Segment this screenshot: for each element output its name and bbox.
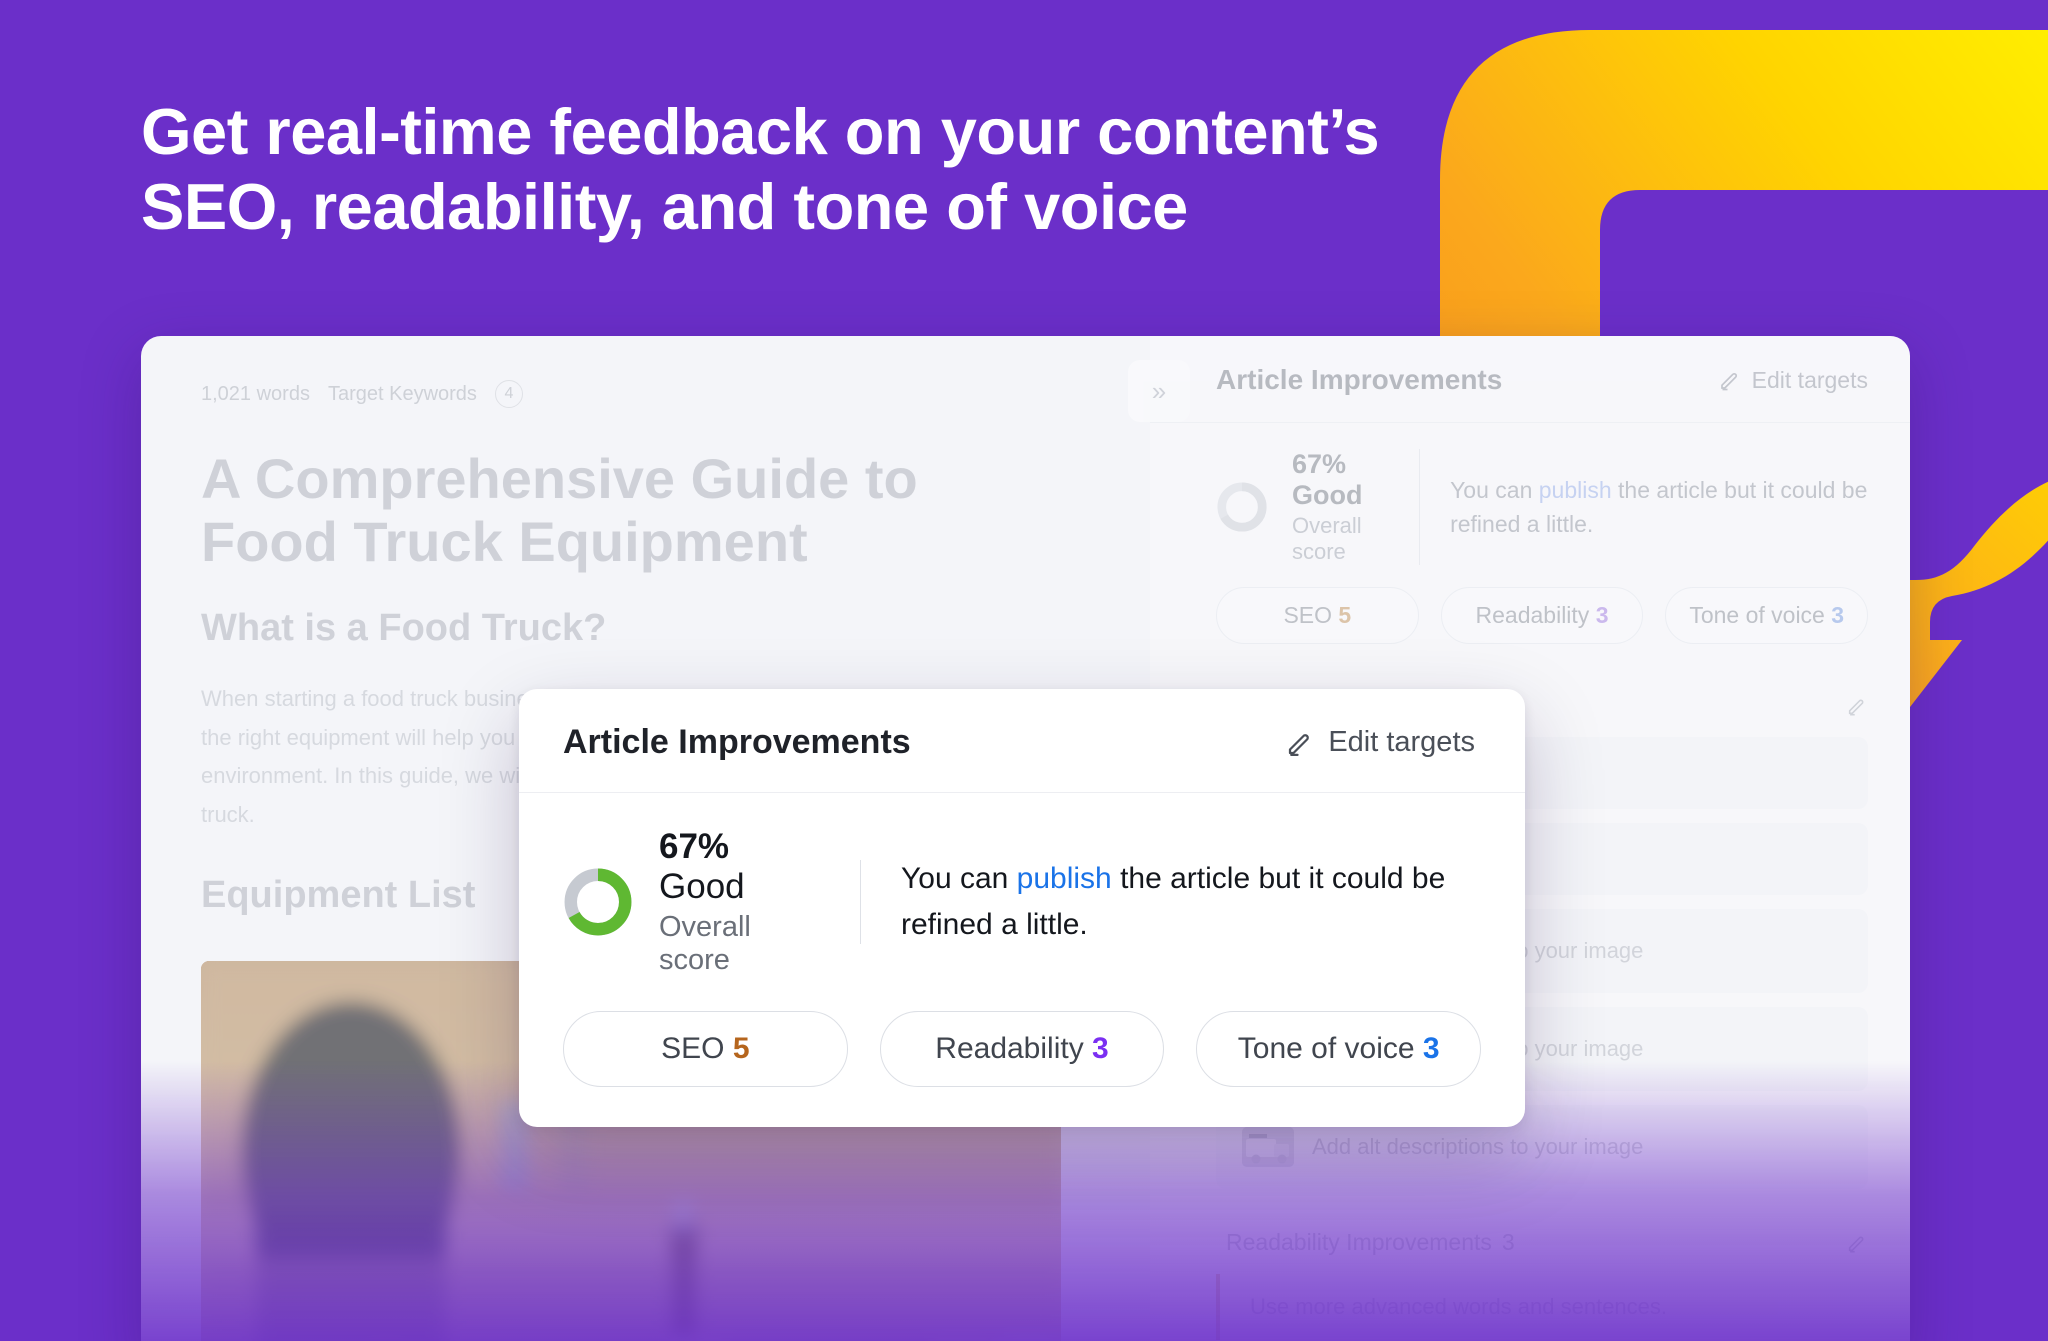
side-panel-score-row: 67% Good Overall score You can publish t… — [1216, 449, 1868, 565]
page-title: Get real-time feedback on your content’s… — [141, 95, 1681, 245]
side-panel-publish-link[interactable]: publish — [1539, 477, 1612, 503]
popup-score-sub: Overall score — [659, 911, 751, 976]
side-panel-pill-seo-value: 5 — [1338, 602, 1352, 628]
side-panel-header: Article Improvements Edit targets — [1150, 336, 1910, 423]
popup-score-message: You can publish the article but it could… — [901, 856, 1481, 947]
side-panel-score-text: 67% Good Overall score — [1292, 449, 1389, 565]
popup-score-pills: SEO 5 Readability 3 Tone of voice 3 — [563, 1011, 1482, 1087]
chevron-double-right-icon: » — [1151, 375, 1167, 406]
popup-pill-tone-value: 3 — [1422, 1032, 1440, 1065]
pencil-icon — [1720, 372, 1737, 391]
side-panel-score-percent: 67% — [1292, 449, 1347, 479]
headline-line-1: Get real-time feedback on your content’s — [141, 95, 1380, 168]
side-panel-score-word: Good — [1292, 480, 1363, 510]
seo-improvement-item-5-label: Add alt descriptions to your image — [1312, 1134, 1644, 1159]
side-panel-score-sub: Overall score — [1292, 513, 1362, 564]
side-panel-pill-tone-label: Tone of voice — [1689, 602, 1825, 628]
side-panel-score-pills: SEO 5 Readability 3 Tone of voice 3 — [1216, 587, 1869, 644]
side-panel-pill-tone[interactable]: Tone of voice 3 — [1665, 587, 1869, 644]
readability-improvements-count: 3 — [1501, 1229, 1515, 1255]
popup-pill-seo-value: 5 — [732, 1032, 750, 1065]
side-panel-pill-readability-value: 3 — [1595, 602, 1609, 628]
word-count: 1,021 words — [201, 382, 310, 405]
readability-improvements-title-text: Readability Improvements — [1226, 1229, 1492, 1255]
readability-improvement-item-1-label: Use more advanced words and sentences. — [1250, 1294, 1668, 1319]
editor-meta-row: 1,021 words Target Keywords 4 — [201, 380, 1226, 408]
headline-line-2: SEO, readability, and tone of voice — [141, 169, 1188, 243]
side-panel-title: Article Improvements — [1216, 364, 1503, 395]
popup-score-word: Good — [659, 867, 745, 906]
side-panel-score-block: 67% Good Overall score You can publish t… — [1150, 423, 1910, 666]
popup-edit-targets-button[interactable]: Edit targets — [1285, 726, 1475, 759]
popup-title: Article Improvements — [563, 723, 911, 761]
readability-improvement-item-1[interactable]: Use more advanced words and sentences. — [1216, 1274, 1868, 1340]
overall-score-ring — [1217, 482, 1267, 532]
target-keywords-count: 4 — [494, 380, 523, 408]
popup-score-percent: 67% — [659, 827, 730, 866]
popup-pill-seo[interactable]: SEO 5 — [563, 1011, 848, 1087]
side-panel-pill-readability-label: Readability — [1475, 602, 1590, 628]
popup-score-text: 67% Good Overall score — [659, 827, 820, 977]
article-title: A Comprehensive Guide to Food Truck Equi… — [201, 447, 918, 573]
side-panel-score-value: 67% Good — [1292, 449, 1389, 511]
popup-score-divider — [860, 860, 861, 944]
seo-section-pencil-icon[interactable] — [1846, 695, 1868, 717]
side-panel-score-divider — [1419, 449, 1421, 565]
side-panel-message-pre: You can — [1450, 476, 1539, 503]
popup-pill-readability-label: Readability — [935, 1032, 1084, 1065]
overall-score-ring — [564, 868, 632, 936]
popup-header: Article Improvements Edit targets — [519, 689, 1525, 793]
popup-pill-seo-label: SEO — [661, 1032, 725, 1065]
popup-publish-link[interactable]: publish — [1017, 862, 1112, 895]
popup-message-pre: You can — [901, 862, 1017, 896]
side-panel-pill-readability[interactable]: Readability 3 — [1440, 587, 1644, 644]
popup-body: 67% Good Overall score You can publish t… — [519, 793, 1525, 1127]
popup-pill-tone-label: Tone of voice — [1237, 1032, 1415, 1065]
popup-edit-targets-label: Edit targets — [1328, 726, 1475, 758]
readability-improvements-header: Readability Improvements 3 — [1150, 1203, 1910, 1274]
side-panel-pill-seo[interactable]: SEO 5 — [1216, 587, 1419, 644]
article-heading-1: What is a Food Truck? — [201, 607, 607, 650]
collapse-panel-button[interactable]: » — [1128, 360, 1190, 422]
popup-pill-tone[interactable]: Tone of voice 3 — [1196, 1011, 1482, 1087]
popup-pill-readability[interactable]: Readability 3 — [879, 1011, 1165, 1087]
popup-pill-readability-value: 3 — [1092, 1032, 1109, 1065]
popup-score-row: 67% Good Overall score You can publish t… — [563, 827, 1481, 977]
article-improvements-popup: Article Improvements Edit targets 67% Go… — [519, 689, 1525, 1127]
readability-section-pencil-icon[interactable] — [1846, 1232, 1868, 1254]
readability-improvements-title: Readability Improvements 3 — [1216, 1229, 1515, 1256]
side-panel-pill-tone-value: 3 — [1831, 602, 1845, 628]
target-keywords-label: Target Keywords — [327, 382, 477, 405]
image-thumbnail-3 — [1242, 1127, 1294, 1167]
side-panel-pill-seo-label: SEO — [1283, 602, 1333, 628]
pencil-icon — [1289, 733, 1310, 756]
popup-score-value: 67% Good — [659, 827, 820, 907]
food-truck-thumb-icon-3 — [1242, 1127, 1294, 1167]
side-panel-score-message: You can publish the article but it could… — [1450, 473, 1868, 542]
side-panel-edit-targets-button[interactable]: Edit targets — [1718, 367, 1868, 394]
side-panel-edit-targets-label: Edit targets — [1751, 366, 1868, 393]
